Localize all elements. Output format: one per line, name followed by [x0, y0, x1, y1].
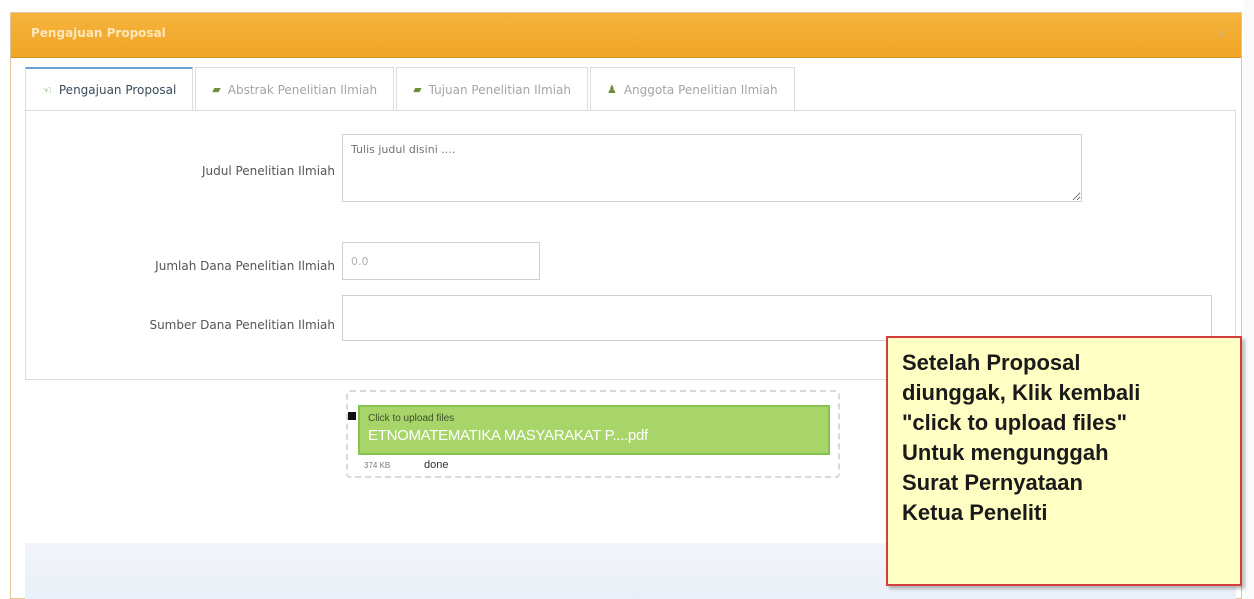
tab-label: Pengajuan Proposal — [58, 83, 177, 97]
upload-cta-label: Click to upload files — [368, 413, 455, 424]
tab-tujuan-penelitian[interactable]: ▰ Tujuan Penelitian Ilmiah — [396, 67, 588, 111]
book-icon: ▰ — [212, 83, 221, 96]
callout-text: Setelah Proposal diunggak, Klik kembali … — [902, 350, 1141, 525]
dana-label: Jumlah Dana Penelitian Ilmiah — [155, 259, 335, 273]
close-icon[interactable]: × — [1216, 27, 1227, 42]
sumber-input[interactable] — [342, 295, 1212, 341]
remove-file-icon[interactable] — [348, 412, 356, 420]
bullhorn-icon: ☜ — [42, 83, 52, 97]
tab-bar: ☜ Pengajuan Proposal ▰ Abstrak Penelitia… — [25, 67, 797, 111]
tab-anggota-penelitian[interactable]: ♟ Anggota Penelitian Ilmiah — [589, 67, 795, 111]
tab-abstrak-penelitian[interactable]: ▰ Abstrak Penelitian Ilmiah — [195, 67, 395, 111]
dana-input[interactable] — [342, 242, 540, 280]
tab-label: Tujuan Penelitian Ilmiah — [428, 82, 571, 97]
dialog-title: Pengajuan Proposal — [31, 26, 166, 40]
tab-label: Abstrak Penelitian Ilmiah — [227, 82, 378, 97]
instruction-callout: Setelah Proposal diunggak, Klik kembali … — [886, 336, 1242, 586]
tab-label: Anggota Penelitian Ilmiah — [623, 82, 778, 97]
upload-button[interactable]: Click to upload files ETNOMATEMATIKA MAS… — [358, 405, 830, 455]
dialog-header: Pengajuan Proposal × — [11, 13, 1241, 58]
judul-textarea[interactable] — [342, 134, 1082, 202]
book-icon: ▰ — [413, 83, 422, 96]
upload-dropzone[interactable]: Click to upload files ETNOMATEMATIKA MAS… — [346, 390, 840, 478]
file-size: 374 KB — [364, 461, 391, 470]
sumber-label: Sumber Dana Penelitian Ilmiah — [149, 318, 335, 332]
judul-label: Judul Penelitian Ilmiah — [201, 164, 335, 178]
tab-pengajuan-proposal[interactable]: ☜ Pengajuan Proposal — [25, 67, 194, 111]
uploaded-file-name: ETNOMATEMATIKA MASYARAKAT P....pdf — [368, 427, 648, 444]
user-icon: ♟ — [606, 83, 617, 96]
background-edge — [1244, 0, 1254, 599]
upload-status: done — [424, 459, 449, 471]
